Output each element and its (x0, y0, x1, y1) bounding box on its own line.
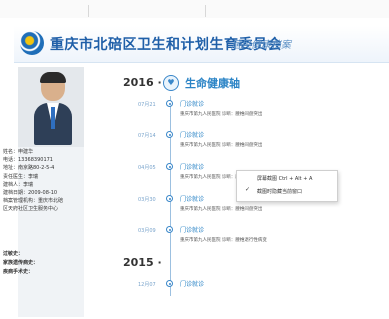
event-desc: 重庆市第九人民医院 诊断：腰椎间盘突出 (180, 112, 263, 117)
profile-creator: 建档人：李瑞 (3, 181, 34, 188)
profile-org: 档案管理机构：重庆市北碚区天府社区卫生服务中心 (3, 198, 64, 213)
event-desc: 重庆市第九人民医院 诊断：腰椎间盘突出 (180, 207, 263, 212)
health-commission-logo-icon (20, 31, 44, 55)
profile-history: 过敏史： 家族遗传病史： 疾病手术史： (3, 250, 67, 277)
event-title[interactable]: 门诊就诊 (180, 225, 204, 234)
timeline-dot (166, 280, 173, 287)
timeline-dot (166, 195, 173, 202)
profile-info: 姓名：申建华 电话：13368390171 地址：南京路80-2-5-4 责任医… (3, 148, 67, 214)
timeline-section-title: 生命健康轴 (185, 77, 240, 90)
timeline-dot (166, 163, 173, 170)
timeline-dot (166, 226, 173, 233)
event-date: 07月14 (138, 133, 156, 139)
event-desc: 重庆市第九人民医院 诊断：腰椎退行性病变 (180, 238, 267, 243)
event-title[interactable]: 门诊就诊 (180, 162, 204, 171)
event-title[interactable]: 门诊就诊 (180, 279, 204, 288)
profile-phone: 电话：13368390171 (3, 157, 53, 164)
profile-doctor: 责任医生：李瑞 (3, 173, 39, 180)
profile-created-date: 建档日期：2009-08-10 (3, 190, 58, 197)
event-title[interactable]: 门诊就诊 (180, 194, 204, 203)
year-label-2015: 2015 · (123, 256, 162, 269)
stethoscope-icon: ♥ (163, 75, 179, 91)
year-label-2016: 2016 · (123, 76, 162, 89)
surgery-history-label: 疾病手术史： (3, 269, 34, 275)
timeline-dot (166, 100, 173, 107)
check-icon: ✓ (245, 186, 251, 193)
event-date: 12月07 (138, 282, 156, 288)
event-title[interactable]: 门诊就诊 (180, 99, 204, 108)
menu-item-screenshot[interactable]: 屏幕截图 Ctrl + Alt + A (257, 175, 312, 182)
browser-top-bar (0, 0, 389, 18)
event-date: 07月21 (138, 102, 156, 108)
event-date: 03月30 (138, 197, 156, 203)
divider (88, 5, 89, 17)
avatar (34, 72, 72, 145)
event-title[interactable]: 门诊就诊 (180, 130, 204, 139)
profile-name: 姓名：申建华 (3, 149, 34, 155)
page-subtitle: 居民健康档案 (231, 40, 291, 51)
menu-item-hide-window[interactable]: 截图时隐藏当前窗口 (257, 188, 302, 195)
profile-address: 地址：南京路80-2-5-4 (3, 165, 55, 172)
family-history-label: 家族遗传病史： (3, 260, 39, 266)
context-menu: 屏幕截图 Ctrl + Alt + A ✓ 截图时隐藏当前窗口 (236, 170, 338, 202)
event-date: 04月05 (138, 165, 156, 171)
allergy-label: 过敏史： (3, 251, 24, 257)
event-date: 03月09 (138, 228, 156, 234)
divider (205, 5, 206, 17)
timeline-dot (166, 131, 173, 138)
event-desc: 重庆市第九人民医院 诊断：腰椎间盘突出 (180, 143, 263, 148)
